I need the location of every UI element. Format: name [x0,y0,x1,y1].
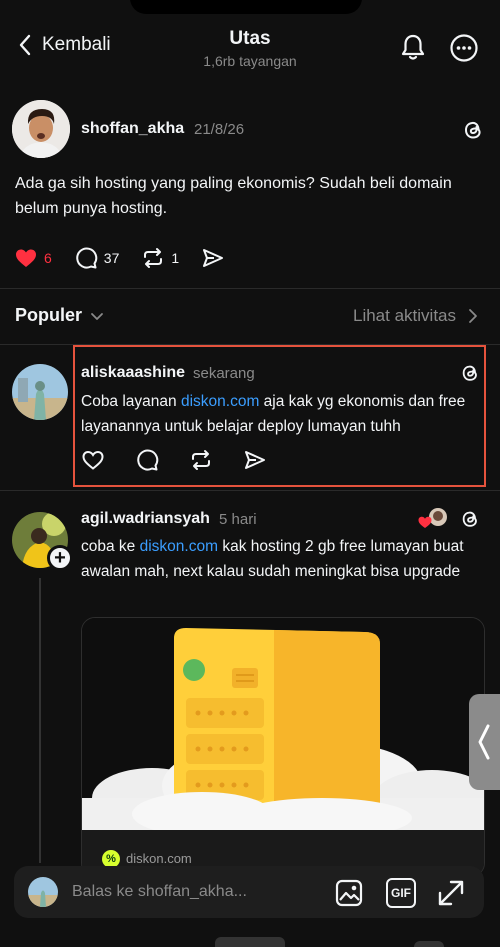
comment-button[interactable]: 37 [74,246,120,270]
post-text: Ada ga sih hosting yang paling ekonomis?… [15,175,452,217]
post-username[interactable]: shoffan_akha [81,120,184,138]
more-icon[interactable] [449,33,479,63]
page-title: Utas [229,28,271,49]
sort-dropdown[interactable]: Populer [15,305,104,326]
reply-text: Coba layanan diskon.com aja kak yg ekono… [81,389,481,439]
chevron-left-icon [19,34,31,56]
expand-icon[interactable] [436,878,466,908]
repost-button[interactable]: 1 [141,246,179,270]
reply-composer[interactable]: Balas ke shoffan_akha... GIF [14,866,484,918]
sort-label: Populer [15,305,83,325]
server-illustration [82,618,484,830]
view-activity-link[interactable]: Lihat aktivitas [353,306,478,326]
comment-icon[interactable] [135,448,159,472]
bell-icon[interactable] [398,32,428,62]
gif-icon[interactable]: GIF [386,878,416,908]
comment-count: 37 [103,250,120,266]
thread-line [39,578,41,863]
divider [0,490,500,491]
thread-title-block: Utas 1,6rb tayangan [150,28,350,69]
threads-icon[interactable] [460,508,480,530]
post-date: 21/8/26 [194,121,245,138]
heart-icon[interactable] [81,448,105,472]
share-icon [203,249,224,267]
avatar [28,877,58,907]
threads-icon[interactable] [460,362,480,384]
reply-time: sekarang [193,365,255,382]
reply-link[interactable]: diskon.com [181,393,259,410]
share-button[interactable] [201,246,225,270]
reply-text: coba ke diskon.com kak hosting 2 gb free… [81,534,481,584]
like-button[interactable]: 6 [14,246,52,270]
follow-button[interactable]: + [47,545,73,571]
repost-icon [144,248,163,268]
back-button[interactable]: Kembali [18,34,111,56]
chevron-left-icon [478,724,490,760]
reply-username[interactable]: aliskaaashine [81,364,185,382]
repost-count: 1 [171,250,180,266]
divider [0,288,500,289]
link-preview-card[interactable]: % diskon.com [81,617,485,877]
share-icon[interactable] [243,448,267,472]
threads-icon[interactable] [462,118,484,142]
activity-label: Lihat aktivitas [353,306,456,325]
back-label: Kembali [42,34,111,55]
reply-time: 5 hari [219,511,257,528]
author-liked-icon [418,508,447,528]
like-count: 6 [44,250,52,266]
image-icon[interactable] [334,878,364,908]
reply-input[interactable]: Balas ke shoffan_akha... [72,883,247,901]
reply-text-start: Coba layanan [81,393,181,410]
avatar[interactable] [12,100,70,158]
bottom-indicator [414,941,444,947]
side-panel-handle[interactable] [469,694,500,790]
repost-icon[interactable] [189,448,213,472]
comment-icon [76,247,98,269]
avatar[interactable] [12,364,68,420]
post-actions: 6 37 1 [14,246,247,270]
reply-username[interactable]: agil.wadriansyah [81,510,210,528]
top-bar: Kembali Utas 1,6rb tayangan [0,0,500,80]
reply-actions [81,448,297,472]
heart-icon [16,249,36,267]
chevron-down-icon [91,312,103,320]
preview-domain: diskon.com [126,851,192,866]
chevron-right-icon [469,309,477,323]
view-count: 1,6rb tayangan [203,53,297,69]
reply-link[interactable]: diskon.com [140,538,218,555]
reply-text-start: coba ke [81,538,140,555]
bottom-indicator [215,937,285,947]
